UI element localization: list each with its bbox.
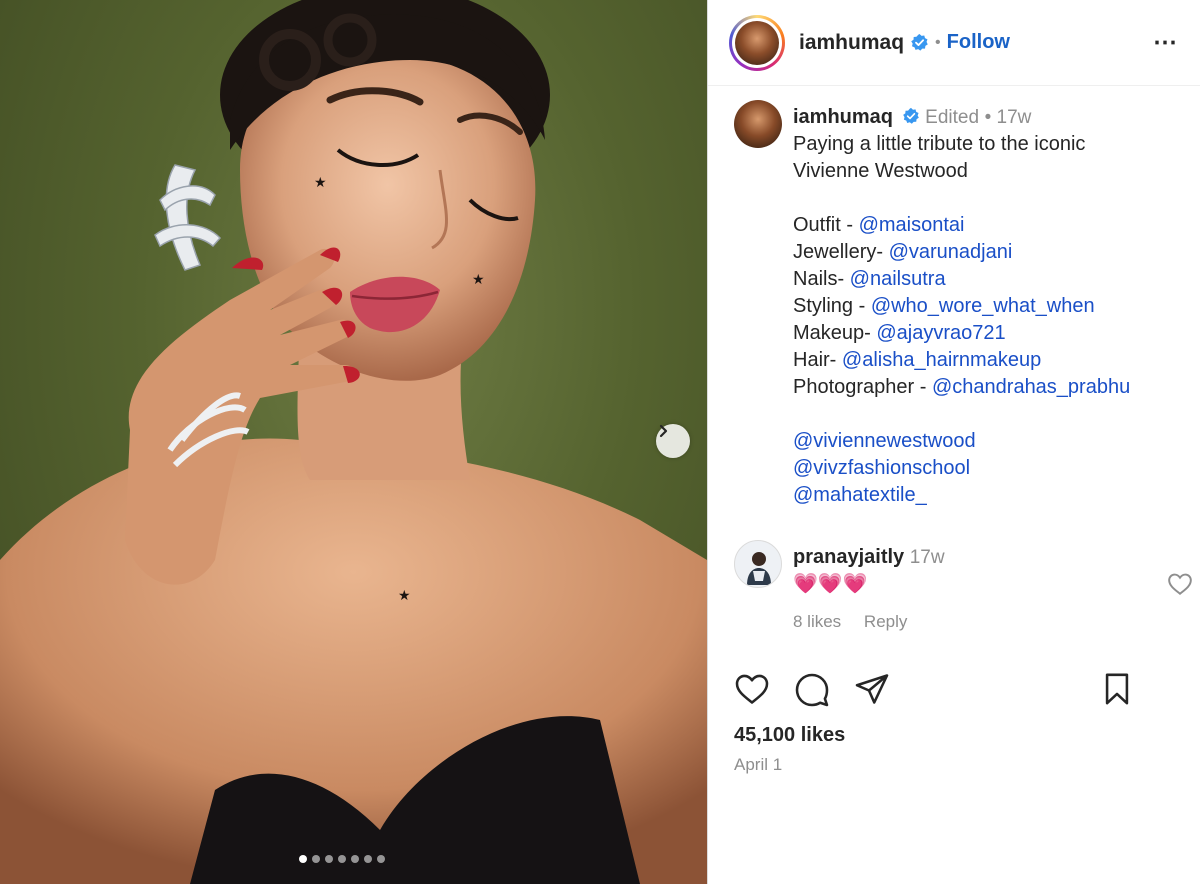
comment-like-button[interactable] — [1167, 572, 1193, 601]
commenter-avatar-image — [747, 552, 771, 585]
svg-text:★: ★ — [472, 272, 485, 288]
carousel-dot — [299, 855, 307, 863]
credit-line: Hair- @alisha_hairnmakeup — [793, 347, 1193, 374]
tag-link[interactable]: @viviennewestwood — [793, 430, 976, 452]
story-ring[interactable] — [729, 14, 785, 71]
comment-bubble-icon — [795, 673, 829, 707]
verified-badge-icon — [911, 33, 928, 51]
caption-text-line: Paying a little tribute to the iconic — [793, 133, 1086, 155]
carousel-indicator — [299, 855, 385, 863]
carousel-dot — [364, 855, 372, 863]
avatar — [735, 20, 779, 65]
mention-link[interactable]: @nailsutra — [850, 268, 946, 290]
caption-time[interactable]: 17w — [997, 107, 1032, 128]
mention-link[interactable]: @maisontai — [859, 214, 965, 236]
credit-line: Styling - @who_wore_what_when — [793, 293, 1193, 320]
next-photo-button[interactable] — [656, 424, 690, 458]
comment-text: 💗💗💗 — [793, 573, 868, 595]
credit-label: Styling - — [793, 295, 871, 317]
commenter-username[interactable]: pranayjaitly — [793, 546, 904, 568]
credit-label: Photographer - — [793, 376, 932, 398]
post-date[interactable]: April 1 — [734, 755, 782, 775]
verified-badge-icon — [902, 107, 919, 124]
comment-button[interactable] — [794, 672, 830, 713]
mention-link[interactable]: @who_wore_what_when — [871, 295, 1095, 317]
likes-count[interactable]: 45,100 likes — [734, 724, 845, 747]
separator-dot: • — [935, 33, 941, 51]
commenter-avatar[interactable] — [734, 540, 782, 588]
follow-button[interactable]: Follow — [947, 31, 1010, 54]
credit-label: Makeup- — [793, 322, 877, 344]
credit-label: Nails- — [793, 268, 850, 290]
carousel-dot — [325, 855, 333, 863]
credit-label: Hair- — [793, 349, 842, 371]
carousel-dot — [338, 855, 346, 863]
comment-time[interactable]: 17w — [910, 547, 945, 568]
author-username[interactable]: iamhumaq — [799, 31, 904, 55]
post-photo[interactable]: ★ ★ ★ — [0, 0, 707, 884]
post-sidebar: iamhumaq • Follow ⋯ iamhumaq Edited • 17… — [707, 0, 1200, 884]
mention-link[interactable]: @ajayvrao721 — [876, 322, 1005, 344]
credit-label: Outfit - — [793, 214, 859, 236]
svg-text:★: ★ — [314, 175, 327, 191]
tag-link[interactable]: @vivzfashionschool — [793, 457, 970, 479]
mention-link[interactable]: @alisha_hairnmakeup — [842, 349, 1041, 371]
caption-header: iamhumaq Edited • 17w — [793, 104, 1193, 131]
heart-icon — [1168, 573, 1192, 595]
credit-line: Jewellery- @varunadjani — [793, 239, 1193, 266]
carousel-dot — [377, 855, 385, 863]
portrait-illustration: ★ ★ ★ — [0, 0, 707, 884]
carousel-dot — [351, 855, 359, 863]
edited-label: Edited — [925, 107, 980, 128]
like-button[interactable] — [734, 672, 770, 711]
svg-text:★: ★ — [398, 588, 411, 604]
heart-icon — [735, 674, 769, 704]
save-button[interactable] — [1102, 672, 1132, 711]
reply-button[interactable]: Reply — [864, 612, 907, 631]
credit-line: Nails- @nailsutra — [793, 266, 1193, 293]
carousel-dot — [312, 855, 320, 863]
share-button[interactable] — [854, 672, 890, 711]
credit-line: Outfit - @maisontai — [793, 212, 1193, 239]
mention-link[interactable]: @varunadjani — [889, 241, 1013, 263]
credit-line: Makeup- @ajayvrao721 — [793, 320, 1193, 347]
credit-line: Photographer - @chandrahas_prabhu — [793, 374, 1193, 401]
paper-plane-icon — [855, 674, 889, 704]
separator-dot: • — [984, 107, 997, 128]
comment-likes[interactable]: 8 likes — [793, 612, 841, 631]
caption-username[interactable]: iamhumaq — [793, 106, 893, 128]
caption-avatar[interactable] — [734, 100, 782, 148]
credit-label: Jewellery- — [793, 241, 889, 263]
caption-text-line: Vivienne Westwood — [793, 160, 968, 182]
chevron-right-icon — [659, 424, 668, 438]
bookmark-icon — [1105, 673, 1129, 705]
tag-link[interactable]: @mahatextile_ — [793, 484, 927, 506]
more-options-icon[interactable]: ⋯ — [1153, 28, 1178, 57]
post-header: iamhumaq • Follow ⋯ — [708, 0, 1200, 86]
post-actions — [734, 672, 1174, 712]
mention-link[interactable]: @chandrahas_prabhu — [932, 376, 1130, 398]
